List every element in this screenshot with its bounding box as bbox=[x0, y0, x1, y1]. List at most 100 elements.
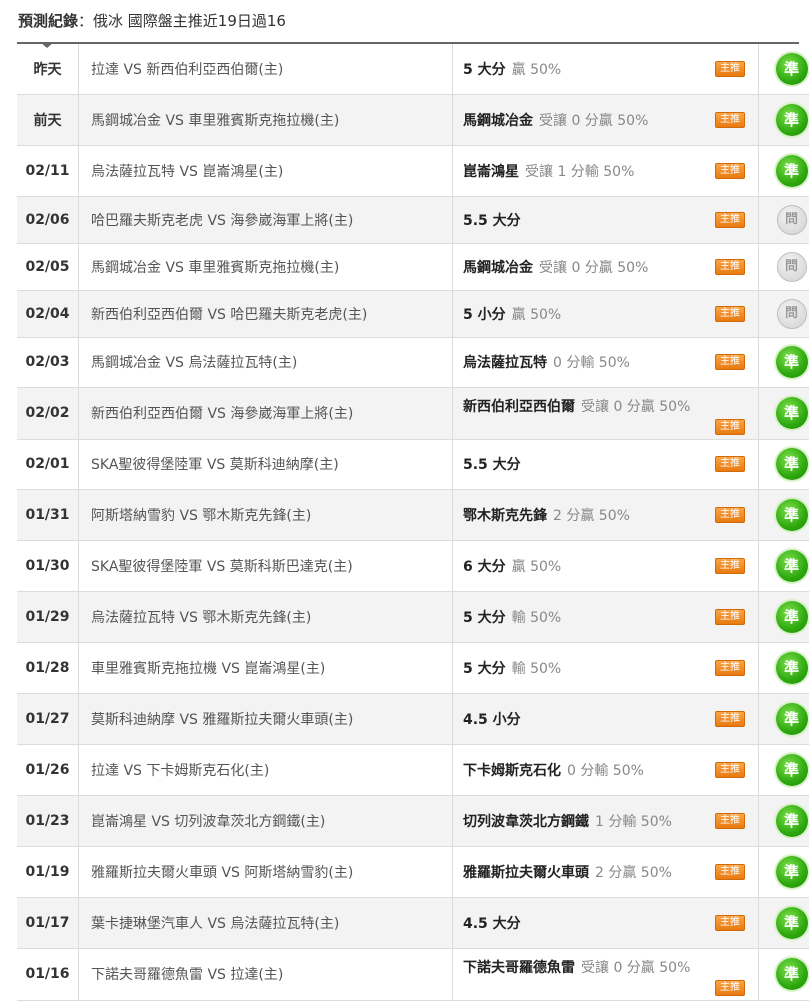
pick-line: 5 大分輸 50% bbox=[463, 607, 758, 627]
record-match[interactable]: 新西伯利亞西伯爾 VS 海參崴海軍上將(主) bbox=[79, 387, 453, 439]
record-row: 02/05馬鋼城冶金 VS 車里雅賓斯克拖拉機(主)馬鋼城冶金受讓 0 分贏 5… bbox=[17, 243, 809, 290]
featured-pick-badge: 主推 bbox=[715, 61, 745, 77]
pick-selection: 雅羅斯拉夫爾火車頭 bbox=[463, 865, 589, 881]
record-match[interactable]: SKA聖彼得堡陸軍 VS 莫斯科迪納摩(主) bbox=[79, 439, 453, 489]
pick-odds-note: 受讓 1 分輸 50% bbox=[525, 164, 634, 180]
record-row: 01/19雅羅斯拉夫爾火車頭 VS 阿斯塔納雪豹(主)雅羅斯拉夫爾火車頭2 分贏… bbox=[17, 846, 809, 897]
pick-odds-note: 2 分贏 50% bbox=[595, 865, 672, 881]
pick-line: 新西伯利亞西伯爾受讓 0 分贏 50% bbox=[463, 396, 758, 416]
result-correct-icon: 準 bbox=[776, 703, 808, 735]
result-correct-icon: 準 bbox=[776, 601, 808, 633]
featured-pick-badge: 主推 bbox=[715, 306, 745, 322]
pick-selection: 新西伯利亞西伯爾 bbox=[463, 399, 575, 415]
record-match[interactable]: 馬鋼城冶金 VS 車里雅賓斯克拖拉機(主) bbox=[79, 94, 453, 145]
record-match[interactable]: 莫斯科迪納摩 VS 雅羅斯拉夫爾火車頭(主) bbox=[79, 693, 453, 744]
record-match[interactable]: 車里雅賓斯克拖拉機 VS 崑崙鴻星(主) bbox=[79, 642, 453, 693]
pick-line: 5 小分贏 50% bbox=[463, 304, 758, 324]
title-text: 俄冰 國際盤主推近19日過16 bbox=[93, 12, 286, 30]
pick-line: 下卡姆斯克石化0 分輸 50% bbox=[463, 760, 758, 780]
record-date: 02/06 bbox=[17, 196, 79, 243]
result-correct-icon: 準 bbox=[776, 958, 808, 990]
record-pick: 烏法薩拉瓦特0 分輸 50%主推 bbox=[453, 337, 759, 387]
record-match[interactable]: 哈巴羅夫斯克老虎 VS 海參崴海軍上將(主) bbox=[79, 196, 453, 243]
pick-line: 切列波韋茨北方鋼鐵 1 分輸 50% bbox=[463, 811, 758, 831]
pick-line: 雅羅斯拉夫爾火車頭 2 分贏 50% bbox=[463, 862, 758, 882]
record-pick: 馬鋼城冶金受讓 0 分贏 50%主推 bbox=[453, 243, 759, 290]
record-match[interactable]: 雅羅斯拉夫爾火車頭 VS 阿斯塔納雪豹(主) bbox=[79, 846, 453, 897]
record-match[interactable]: 崑崙鴻星 VS 切列波韋茨北方鋼鐵(主) bbox=[79, 795, 453, 846]
record-row: 01/17葉卡捷琳堡汽車人 VS 烏法薩拉瓦特(主)4.5 大分主推準 bbox=[17, 897, 809, 948]
record-pick: 4.5 大分 主推 bbox=[453, 897, 759, 948]
pick-line: 4.5 小分 bbox=[463, 709, 758, 729]
record-date: 02/11 bbox=[17, 145, 79, 196]
record-match[interactable]: 烏法薩拉瓦特 VS 崑崙鴻星(主) bbox=[79, 145, 453, 196]
pick-selection: 5 大分 bbox=[463, 610, 506, 626]
pick-odds-note: 贏 50% bbox=[512, 62, 562, 78]
prediction-records-table: 昨天拉達 VS 新西伯利亞西伯爾(主)5 大分贏 50%主推準前天馬鋼城冶金 V… bbox=[17, 44, 809, 1001]
record-match[interactable]: 馬鋼城冶金 VS 烏法薩拉瓦特(主) bbox=[79, 337, 453, 387]
record-pick: 6 大分贏 50%主推 bbox=[453, 540, 759, 591]
pick-odds-note: 1 分輸 50% bbox=[595, 814, 672, 830]
featured-pick-badge: 主推 bbox=[715, 660, 745, 676]
pick-odds-note: 贏 50% bbox=[512, 559, 562, 575]
record-result: 問 bbox=[759, 196, 809, 243]
record-row: 01/26拉達 VS 下卡姆斯克石化(主)下卡姆斯克石化0 分輸 50%主推準 bbox=[17, 744, 809, 795]
pick-selection: 5 大分 bbox=[463, 62, 506, 78]
record-pick: 新西伯利亞西伯爾受讓 0 分贏 50%主推 bbox=[453, 387, 759, 439]
record-pick: 雅羅斯拉夫爾火車頭2 分贏 50%主推 bbox=[453, 846, 759, 897]
pick-line: 5 大分輸 50% bbox=[463, 658, 758, 678]
record-result: 準 bbox=[759, 439, 809, 489]
record-result: 準 bbox=[759, 846, 809, 897]
result-correct-icon: 準 bbox=[776, 155, 808, 187]
record-row: 02/02新西伯利亞西伯爾 VS 海參崴海軍上將(主)新西伯利亞西伯爾受讓 0 … bbox=[17, 387, 809, 439]
record-result: 準 bbox=[759, 94, 809, 145]
pick-selection: 4.5 小分 bbox=[463, 712, 521, 728]
featured-pick-badge: 主推 bbox=[715, 163, 745, 179]
pick-odds-note: 輸 50% bbox=[512, 661, 562, 677]
record-date: 02/04 bbox=[17, 290, 79, 337]
record-result: 準 bbox=[759, 145, 809, 196]
record-result: 準 bbox=[759, 591, 809, 642]
record-match[interactable]: 新西伯利亞西伯爾 VS 哈巴羅夫斯克老虎(主) bbox=[79, 290, 453, 337]
result-push-icon: 問 bbox=[778, 206, 806, 234]
record-pick: 下諾夫哥羅德魚雷受讓 0 分贏 50%主推 bbox=[453, 948, 759, 1000]
record-date: 01/28 bbox=[17, 642, 79, 693]
pick-odds-note: 輸 50% bbox=[512, 610, 562, 626]
page-title: 預測紀錄：俄冰 國際盤主推近19日過16 bbox=[18, 10, 286, 31]
pick-line: 5 大分贏 50% bbox=[463, 59, 758, 79]
record-result: 準 bbox=[759, 795, 809, 846]
result-correct-icon: 準 bbox=[776, 754, 808, 786]
featured-pick-badge: 主推 bbox=[715, 762, 745, 778]
result-push-icon: 問 bbox=[778, 300, 806, 328]
featured-pick-badge: 主推 bbox=[715, 558, 745, 574]
record-pick: 4.5 小分主推 bbox=[453, 693, 759, 744]
pick-line: 鄂木斯克先鋒2 分贏 50% bbox=[463, 505, 758, 525]
record-match[interactable]: 馬鋼城冶金 VS 車里雅賓斯克拖拉機(主) bbox=[79, 243, 453, 290]
record-row: 01/28車里雅賓斯克拖拉機 VS 崑崙鴻星(主)5 大分輸 50%主推準 bbox=[17, 642, 809, 693]
pick-selection: 切列波韋茨北方鋼鐵 bbox=[463, 814, 589, 830]
pick-odds-note: 0 分輸 50% bbox=[567, 763, 644, 779]
record-match[interactable]: 烏法薩拉瓦特 VS 鄂木斯克先鋒(主) bbox=[79, 591, 453, 642]
record-match[interactable]: 拉達 VS 下卡姆斯克石化(主) bbox=[79, 744, 453, 795]
result-correct-icon: 準 bbox=[776, 856, 808, 888]
record-row: 01/29烏法薩拉瓦特 VS 鄂木斯克先鋒(主)5 大分輸 50%主推準 bbox=[17, 591, 809, 642]
record-pick: 崑崙鴻星受讓 1 分輸 50%主推 bbox=[453, 145, 759, 196]
pick-selection: 4.5 大分 bbox=[463, 916, 521, 932]
pick-line: 5.5 大分 bbox=[463, 454, 758, 474]
record-match[interactable]: 拉達 VS 新西伯利亞西伯爾(主) bbox=[79, 44, 453, 94]
record-result: 準 bbox=[759, 44, 809, 94]
record-row: 02/01SKA聖彼得堡陸軍 VS 莫斯科迪納摩(主)5.5 大分主推準 bbox=[17, 439, 809, 489]
pick-odds-note: 受讓 0 分贏 50% bbox=[539, 113, 648, 129]
record-match[interactable]: 阿斯塔納雪豹 VS 鄂木斯克先鋒(主) bbox=[79, 489, 453, 540]
record-result: 準 bbox=[759, 693, 809, 744]
featured-pick-badge: 主推 bbox=[715, 354, 745, 370]
record-date: 01/23 bbox=[17, 795, 79, 846]
result-correct-icon: 準 bbox=[776, 397, 808, 429]
record-result: 準 bbox=[759, 387, 809, 439]
record-pick: 鄂木斯克先鋒2 分贏 50%主推 bbox=[453, 489, 759, 540]
record-match[interactable]: 下諾夫哥羅德魚雷 VS 拉達(主) bbox=[79, 948, 453, 1000]
record-match[interactable]: SKA聖彼得堡陸軍 VS 莫斯科斯巴達克(主) bbox=[79, 540, 453, 591]
featured-pick-badge: 主推 bbox=[715, 915, 745, 931]
pick-selection: 5.5 大分 bbox=[463, 457, 521, 473]
record-match[interactable]: 葉卡捷琳堡汽車人 VS 烏法薩拉瓦特(主) bbox=[79, 897, 453, 948]
